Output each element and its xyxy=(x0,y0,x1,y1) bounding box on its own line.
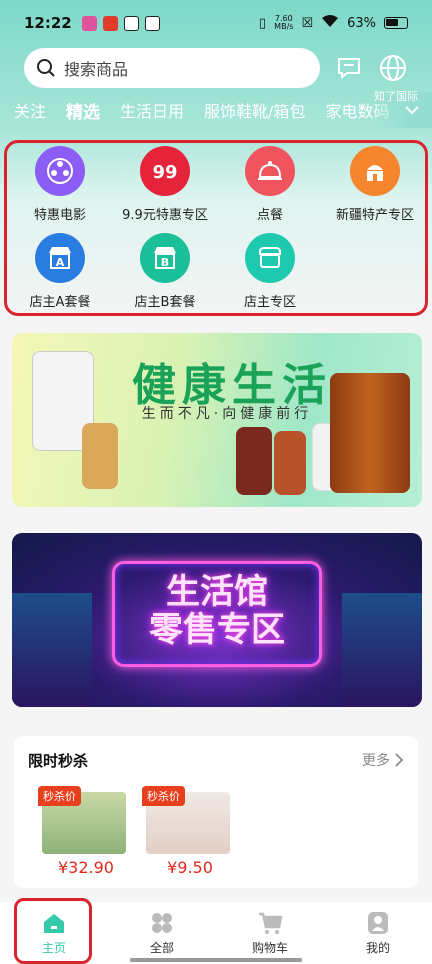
chevron-right-icon xyxy=(395,753,404,767)
quick-nav-label: 9.9元特惠专区 xyxy=(122,208,208,223)
message-icon xyxy=(338,58,360,80)
cloche-icon xyxy=(245,146,295,196)
notification-icons xyxy=(81,15,160,31)
flash-sale-item[interactable]: 秒杀价 ¥9.50 xyxy=(142,786,238,882)
quick-nav-label: 特惠电影 xyxy=(33,208,86,223)
health-banner-subtitle: 生而不凡·向健康前行 xyxy=(141,406,313,422)
home-highlight-box xyxy=(14,898,92,964)
nav-label: 购物车 xyxy=(251,940,288,955)
quick-nav-owner-a[interactable]: A 店主A套餐 xyxy=(10,233,110,310)
nav-cart[interactable]: 购物车 xyxy=(216,902,324,964)
supplement-jar-image xyxy=(274,431,306,495)
tonic-bottles-image xyxy=(330,373,410,493)
flash-sale-more-link[interactable]: 更多 xyxy=(362,750,404,770)
search-row: 搜索商品 xyxy=(0,48,432,88)
more-label: 更多 xyxy=(362,753,390,769)
mail-icon xyxy=(123,15,139,31)
nav-all[interactable]: 全部 xyxy=(108,902,216,964)
store-a-icon: A xyxy=(35,233,85,283)
search-input[interactable]: 搜索商品 xyxy=(24,48,320,88)
quick-nav-xinjiang[interactable]: 新疆特产专区 xyxy=(325,146,425,223)
search-icon xyxy=(37,59,55,77)
shelf-left-image xyxy=(12,593,92,707)
quick-nav-grid: 特惠电影 99 9.9元特惠专区 点餐 新疆特产专区 A 店主A套餐 B 店主B… xyxy=(4,140,428,316)
wifi-icon xyxy=(321,14,339,32)
battery-level: 63% xyxy=(347,15,376,31)
store-banner-title-line2: 零售专区 xyxy=(149,610,285,650)
store-banner-title-line1: 生活馆 xyxy=(166,572,268,612)
nav-me[interactable]: 我的 xyxy=(324,902,432,964)
tab-follow[interactable]: 关注 xyxy=(14,98,46,122)
category-tabs: 关注 精选 生活日用 服饰鞋靴/箱包 家电数码 xyxy=(0,92,432,128)
quick-nav-order-food[interactable]: 点餐 xyxy=(220,146,320,223)
globe-icon xyxy=(380,55,406,81)
network-speed-unit: MB/s xyxy=(274,22,294,31)
nav-label: 全部 xyxy=(149,940,174,955)
supplement-box-image xyxy=(82,423,118,489)
app-notification-icon xyxy=(81,15,97,31)
shelf-right-image xyxy=(342,593,422,707)
quick-nav-movie[interactable]: 特惠电影 xyxy=(10,146,110,223)
chevron-down-icon[interactable] xyxy=(402,100,422,120)
film-reel-icon xyxy=(35,146,85,196)
status-time: 12:22 xyxy=(24,14,72,32)
tab-featured[interactable]: 精选 xyxy=(66,98,100,123)
svg-text:A: A xyxy=(56,256,65,269)
vibrate-icon: ▯ xyxy=(259,15,267,31)
battery-icon xyxy=(384,17,408,29)
quick-nav-label: 点餐 xyxy=(256,208,283,223)
globe-button[interactable] xyxy=(378,53,408,83)
app-notification-icon xyxy=(102,15,118,31)
quick-nav-label: 店主专区 xyxy=(243,295,296,310)
quick-nav-owner-b[interactable]: B 店主B套餐 xyxy=(115,233,215,310)
tab-daily-life[interactable]: 生活日用 xyxy=(120,98,184,122)
flash-sale-price: ¥9.50 xyxy=(167,858,213,877)
user-icon xyxy=(368,911,388,934)
system-indicators: ▯ 7.60 MB/s ☒ 63% xyxy=(259,14,408,32)
flash-sale-tag: 秒杀价 xyxy=(38,786,81,806)
svg-text:B: B xyxy=(161,256,169,269)
svg-text:99: 99 xyxy=(152,162,177,183)
price-99-icon: 99 xyxy=(140,146,190,196)
status-bar: 12:22 ▯ 7.60 MB/s ☒ 63% xyxy=(0,0,432,46)
supplement-jar-image xyxy=(236,427,272,495)
flash-sale-item[interactable]: 秒杀价 ¥32.90 xyxy=(38,786,134,882)
gesture-bar[interactable] xyxy=(130,958,302,962)
cart-icon xyxy=(259,912,283,934)
nav-label: 我的 xyxy=(365,940,390,955)
quick-nav-99[interactable]: 99 9.9元特惠专区 xyxy=(115,146,215,223)
quick-nav-label: 新疆特产专区 xyxy=(335,208,414,223)
message-button[interactable] xyxy=(334,53,364,83)
store-b-icon: B xyxy=(140,233,190,283)
flash-sale-section: 限时秒杀 更多 秒杀价 ¥32.90 秒杀价 ¥9.50 xyxy=(14,736,418,888)
search-placeholder: 搜索商品 xyxy=(64,60,129,79)
grid-icon xyxy=(152,912,172,933)
store-icon xyxy=(245,233,295,283)
network-speed: 7.60 MB/s xyxy=(274,15,293,31)
flash-sale-title: 限时秒杀 xyxy=(28,752,89,770)
quick-nav-owner-zone[interactable]: 店主专区 xyxy=(220,233,320,310)
quick-nav-label: 店主A套餐 xyxy=(29,295,91,310)
quick-nav-label: 店主B套餐 xyxy=(134,295,196,310)
flash-sale-tag: 秒杀价 xyxy=(142,786,185,806)
tab-apparel[interactable]: 服饰鞋靴/箱包 xyxy=(204,98,305,122)
sim-off-icon: ☒ xyxy=(301,15,314,31)
app-notification-icon xyxy=(144,15,160,31)
store-banner-title: 生活馆 零售专区 xyxy=(122,573,312,649)
store-banner[interactable]: 生活馆 零售专区 xyxy=(12,533,422,707)
health-banner[interactable]: 健康生活 生而不凡·向健康前行 xyxy=(12,333,422,507)
mosque-icon xyxy=(350,146,400,196)
flash-sale-price: ¥32.90 xyxy=(58,858,114,877)
